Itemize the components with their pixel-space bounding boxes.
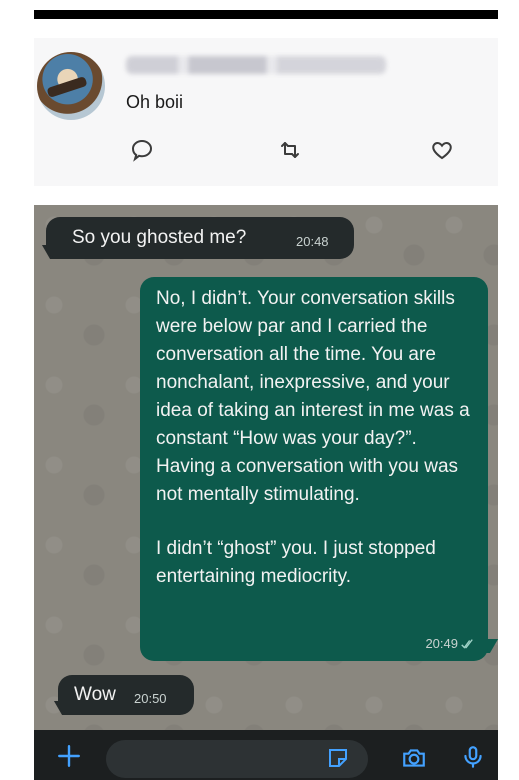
message-text: So you ghosted me? — [72, 227, 247, 248]
message-paragraph-1: No, I didn’t. Your conversation skills w… — [156, 288, 470, 505]
message-input-bar — [34, 730, 498, 780]
message-time: 20:48 — [296, 234, 329, 249]
read-receipt-icon — [460, 637, 474, 651]
chat-window: So you ghosted me? 20:48 No, I didn’t. Y… — [34, 205, 498, 730]
tweet-text: Oh boii — [126, 92, 184, 112]
plus-icon[interactable] — [56, 743, 82, 769]
message-time: 20:49 — [425, 636, 458, 651]
avatar[interactable] — [37, 52, 105, 120]
message-paragraph-2: I didn’t “ghost” you. I just stopped ent… — [156, 538, 436, 587]
incoming-message[interactable]: So you ghosted me? 20:48 — [46, 217, 354, 259]
retweet-icon[interactable] — [278, 138, 302, 162]
comment-icon[interactable] — [130, 138, 154, 162]
like-icon[interactable] — [430, 138, 454, 162]
camera-icon[interactable] — [400, 745, 428, 771]
message-body: No, I didn’t. Your conversation skills w… — [156, 285, 480, 591]
top-black-bar — [34, 10, 498, 19]
incoming-message[interactable]: Wow 20:50 — [58, 675, 194, 715]
message-text: Wow — [74, 684, 116, 705]
message-time: 20:50 — [134, 691, 167, 706]
blurred-username — [126, 56, 386, 74]
tweet-card: Oh boii — [34, 38, 498, 186]
outgoing-message[interactable]: No, I didn’t. Your conversation skills w… — [140, 277, 488, 661]
microphone-icon[interactable] — [460, 743, 486, 771]
sticker-icon[interactable] — [326, 746, 350, 770]
